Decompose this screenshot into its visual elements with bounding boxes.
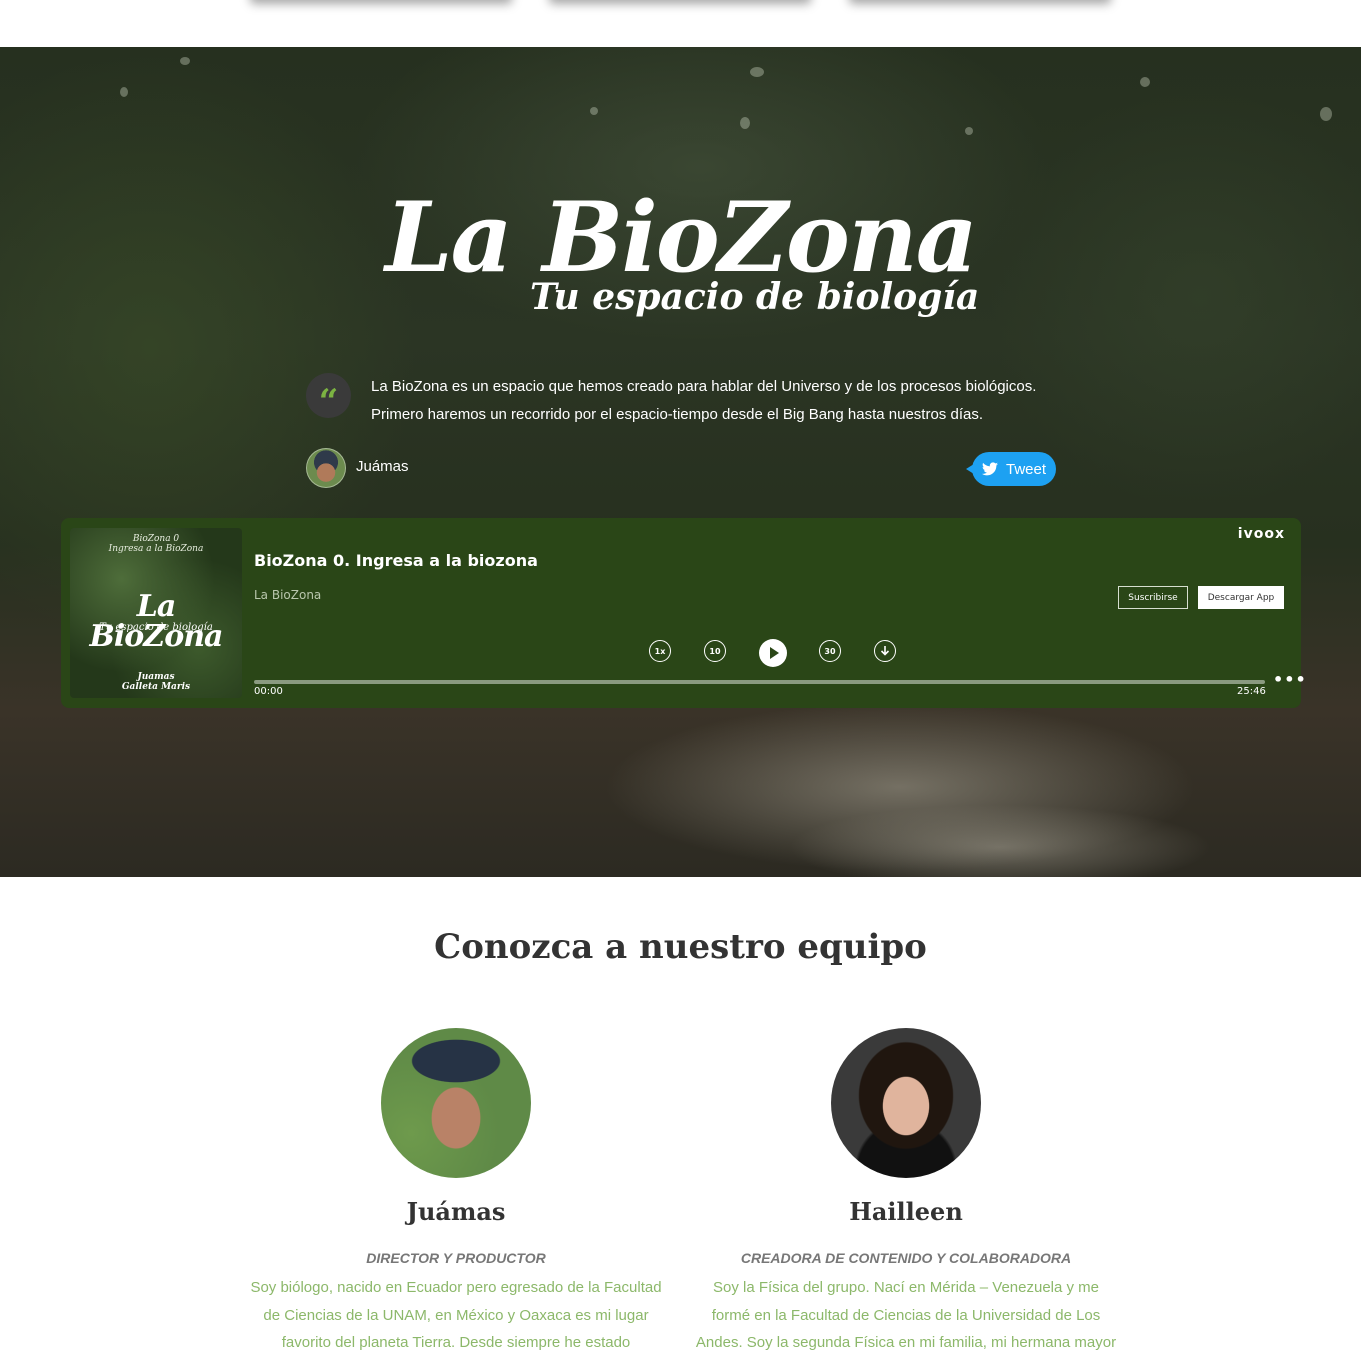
subscribe-button[interactable]: Suscribirse — [1118, 586, 1188, 609]
tweet-button[interactable]: Tweet — [966, 452, 1056, 486]
download-icon — [880, 646, 890, 656]
speed-button[interactable]: 1x — [649, 640, 671, 662]
logo-title: La BioZona — [385, 181, 978, 294]
show-name[interactable]: La BioZona — [254, 588, 321, 602]
member-bio: Soy la Física del grupo. Nací en Mérida … — [695, 1279, 1117, 1351]
hero-section: La BioZona Tu espacio de biología “ La B… — [0, 47, 1361, 877]
podcast-cover: BioZona 0 Ingresa a la BioZona La BioZon… — [70, 528, 242, 698]
cover-subtitle: Tu espacio de biología — [99, 622, 213, 633]
member-photo — [831, 1028, 981, 1178]
speed-label: 1x — [654, 646, 666, 656]
team-member-juamas: Juámas DIRECTOR Y PRODUCTOR Soy biólogo,… — [241, 1028, 671, 1360]
podcast-player: BioZona 0 Ingresa a la BioZona La BioZon… — [61, 518, 1306, 708]
forward-button[interactable]: 30 — [819, 640, 841, 662]
member-name: Hailleen — [849, 1197, 963, 1226]
member-bio: Soy biólogo, nacido en Ecuador pero egre… — [250, 1279, 662, 1351]
member-photo — [381, 1028, 531, 1178]
quote-text: La BioZona es un espacio que hemos cread… — [371, 378, 1037, 423]
cover-bottom-text: Juamas Galleta Maris — [121, 672, 191, 692]
author-avatar — [306, 448, 346, 488]
download-button[interactable] — [874, 640, 896, 662]
more-options-icon[interactable]: ••• — [1273, 670, 1307, 689]
team-member-hailleen: Hailleen CREADORA DE CONTENIDO Y COLABOR… — [691, 1028, 1121, 1360]
forward-label: 30 — [824, 646, 836, 656]
download-app-button[interactable]: Descargar App — [1198, 586, 1284, 609]
cover-top-text: BioZona 0 Ingresa a la BioZona — [108, 534, 204, 554]
progress-bar[interactable] — [254, 680, 1265, 684]
episode-title[interactable]: BioZona 0. Ingresa a la biozona — [254, 551, 538, 570]
tweet-label: Tweet — [1005, 460, 1047, 478]
total-time: 25:46 — [1237, 686, 1266, 697]
twitter-bird-icon — [981, 462, 998, 476]
rewind-button[interactable]: 10 — [704, 640, 726, 662]
member-role: DIRECTOR Y PRODUCTOR — [366, 1250, 546, 1266]
member-name: Juámas — [406, 1197, 506, 1226]
top-strip — [0, 0, 1361, 47]
current-time: 00:00 — [254, 686, 283, 697]
ivoox-logo[interactable]: ivoox — [1238, 526, 1285, 542]
rewind-label: 10 — [709, 646, 721, 656]
quote-icon: “ — [306, 373, 351, 422]
team-heading: Conozca a nuestro equipo — [434, 927, 927, 967]
member-role: CREADORA DE CONTENIDO Y COLABORADORA — [740, 1250, 1072, 1266]
author-name: Juámas — [356, 458, 409, 475]
play-button[interactable] — [759, 639, 787, 667]
logo-subtitle: Tu espacio de biología — [530, 276, 980, 318]
